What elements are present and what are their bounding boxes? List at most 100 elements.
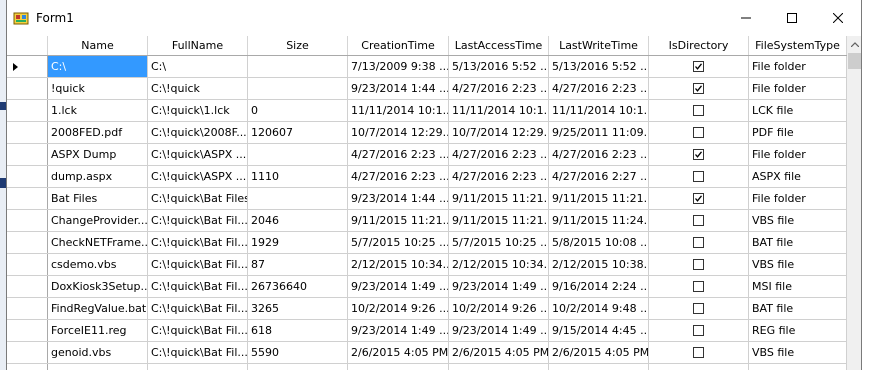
column-header-fullname[interactable]: FullName <box>148 36 248 55</box>
isdirectory-cell[interactable] <box>649 298 749 319</box>
title-bar[interactable]: Form1 <box>7 0 861 36</box>
creation-cell[interactable]: 9/23/2014 1:49 ... <box>348 276 449 297</box>
isdirectory-cell[interactable] <box>649 78 749 99</box>
size-cell[interactable]: 5590 <box>248 342 348 363</box>
minimize-button[interactable] <box>723 0 769 36</box>
creation-cell[interactable]: 2/12/2015 10:34... <box>348 254 449 275</box>
size-cell[interactable]: 87 <box>248 254 348 275</box>
size-cell[interactable]: 1929 <box>248 232 348 253</box>
isdirectory-cell[interactable] <box>649 320 749 341</box>
access-cell[interactable]: 2/6/2015 4:05 PM <box>449 342 549 363</box>
isdirectory-cell[interactable] <box>649 364 749 370</box>
fstype-cell[interactable]: REG file <box>749 320 847 341</box>
access-cell[interactable]: 9/23/2014 1:49 ... <box>449 276 549 297</box>
table-row[interactable]: ForceIE11.reg C:\!quick\Bat Fil... 618 9/23… <box>7 320 847 342</box>
isdirectory-checkbox[interactable] <box>693 259 704 270</box>
name-cell[interactable]: 2008FED.pdf <box>48 122 148 143</box>
row-header[interactable] <box>7 122 48 143</box>
table-row[interactable]: FindRegValue.bat C:\!quick\Bat Fil... 3265… <box>7 298 847 320</box>
table-row[interactable]: CheckNETFrame... C:\!quick\Bat Fil... 1929… <box>7 232 847 254</box>
creation-cell[interactable]: 9/23/2014 1:49 ... <box>348 320 449 341</box>
size-cell[interactable]: 2046 <box>248 210 348 231</box>
column-header-size[interactable]: Size <box>248 36 348 55</box>
creation-cell[interactable]: 4/27/2016 2:23 ... <box>348 166 449 187</box>
fstype-cell[interactable]: File folder <box>749 56 847 77</box>
close-button[interactable] <box>815 0 861 36</box>
creation-cell[interactable]: 9/11/2015 11:21... <box>348 210 449 231</box>
row-header[interactable] <box>7 188 48 209</box>
write-cell[interactable]: 9/16/2014 2:24 ... <box>549 276 649 297</box>
fullname-cell[interactable]: C:\!quick\Bat Fil... <box>148 276 248 297</box>
access-cell[interactable]: 4/27/2016 2:23 ... <box>449 144 549 165</box>
isdirectory-checkbox[interactable] <box>693 281 704 292</box>
column-header-access[interactable]: LastAccessTime <box>449 36 549 55</box>
table-row[interactable]: Bat Files C:\!quick\Bat Files 9/23/2014 1:… <box>7 188 847 210</box>
row-header[interactable] <box>7 78 48 99</box>
fstype-cell[interactable]: VBS file <box>749 254 847 275</box>
table-row[interactable]: DoxKiosk3Setup.... C:\!quick\Bat Fil... 26… <box>7 276 847 298</box>
fstype-cell[interactable]: BAT file <box>749 232 847 253</box>
size-cell[interactable]: 618 <box>248 320 348 341</box>
name-cell[interactable]: ForceIE11.reg <box>48 320 148 341</box>
write-cell[interactable]: 9/25/2011 11:09... <box>549 122 649 143</box>
access-cell[interactable]: 5/13/2016 5:52 ... <box>449 56 549 77</box>
isdirectory-cell[interactable] <box>649 276 749 297</box>
size-cell[interactable]: 0 <box>248 100 348 121</box>
name-cell[interactable]: ChangeProvider.... <box>48 210 148 231</box>
fullname-cell[interactable]: C:\!quick <box>148 78 248 99</box>
size-cell[interactable]: 1110 <box>248 166 348 187</box>
isdirectory-cell[interactable] <box>649 56 749 77</box>
isdirectory-cell[interactable] <box>649 122 749 143</box>
access-cell[interactable]: 9/11/2015 11:21... <box>449 188 549 209</box>
isdirectory-cell[interactable] <box>649 232 749 253</box>
fstype-cell[interactable]: BAT file <box>749 298 847 319</box>
access-cell[interactable]: 2/12/2015 10:34... <box>449 254 549 275</box>
name-cell[interactable]: ASPX Dump <box>48 144 148 165</box>
fullname-cell[interactable]: C:\!quick\Bat Fil... <box>148 298 248 319</box>
header-corner[interactable] <box>7 36 48 55</box>
fullname-cell[interactable] <box>148 364 248 370</box>
access-cell[interactable]: 4/27/2016 2:23 ... <box>449 166 549 187</box>
name-cell[interactable]: CheckNETFrame... <box>48 232 148 253</box>
isdirectory-cell[interactable] <box>649 254 749 275</box>
fullname-cell[interactable]: C:\!quick\Bat Fil... <box>148 320 248 341</box>
write-cell[interactable]: 11/11/2014 10:1... <box>549 100 649 121</box>
access-cell[interactable]: 5/7/2015 10:25 ... <box>449 232 549 253</box>
creation-cell[interactable]: 10/7/2014 12:29... <box>348 122 449 143</box>
creation-cell[interactable]: 9/23/2014 1:44 ... <box>348 188 449 209</box>
access-cell[interactable]: 9/23/2014 1:49 ... <box>449 320 549 341</box>
isdirectory-checkbox[interactable] <box>693 171 704 182</box>
isdirectory-checkbox[interactable] <box>693 105 704 116</box>
access-cell[interactable] <box>449 364 549 370</box>
maximize-button[interactable] <box>769 0 815 36</box>
isdirectory-cell[interactable] <box>649 188 749 209</box>
table-row[interactable]: 2008FED.pdf C:\!quick\2008F... 120607 10/7/… <box>7 122 847 144</box>
row-header[interactable] <box>7 298 48 319</box>
size-cell[interactable] <box>248 364 348 370</box>
row-header[interactable] <box>7 210 48 231</box>
isdirectory-checkbox[interactable] <box>693 61 704 72</box>
creation-cell[interactable] <box>348 364 449 370</box>
table-row[interactable]: csdemo.vbs C:\!quick\Bat Fil... 87 2/12/201… <box>7 254 847 276</box>
fstype-cell[interactable]: ASPX file <box>749 166 847 187</box>
write-cell[interactable]: 5/8/2015 10:08 ... <box>549 232 649 253</box>
table-row[interactable]: C:\ C:\ 7/13/2009 9:38 ... 5/13/2016 5:52 .… <box>7 56 847 78</box>
fullname-cell[interactable]: C:\!quick\1.lck <box>148 100 248 121</box>
write-cell[interactable]: 4/27/2016 2:23 ... <box>549 78 649 99</box>
size-cell[interactable]: 3265 <box>248 298 348 319</box>
isdirectory-checkbox[interactable] <box>693 83 704 94</box>
fullname-cell[interactable]: C:\!quick\Bat Fil... <box>148 210 248 231</box>
creation-cell[interactable]: 11/11/2014 10:1... <box>348 100 449 121</box>
fullname-cell[interactable]: C:\!quick\2008F... <box>148 122 248 143</box>
row-header[interactable] <box>7 276 48 297</box>
data-grid[interactable]: Name FullName Size CreationTime LastAccessTi… <box>7 36 847 370</box>
write-cell[interactable]: 10/2/2014 9:48 ... <box>549 298 649 319</box>
fstype-cell[interactable]: VBS file <box>749 210 847 231</box>
table-row[interactable]: ASPX Dump C:\!quick\ASPX ... 4/27/2016 2:2… <box>7 144 847 166</box>
write-cell[interactable]: 5/13/2016 5:52 ... <box>549 56 649 77</box>
write-cell[interactable]: 4/27/2016 2:27 ... <box>549 166 649 187</box>
size-cell[interactable] <box>248 188 348 209</box>
access-cell[interactable]: 4/27/2016 2:23 ... <box>449 78 549 99</box>
isdirectory-checkbox[interactable] <box>693 347 704 358</box>
creation-cell[interactable]: 4/27/2016 2:23 ... <box>348 144 449 165</box>
